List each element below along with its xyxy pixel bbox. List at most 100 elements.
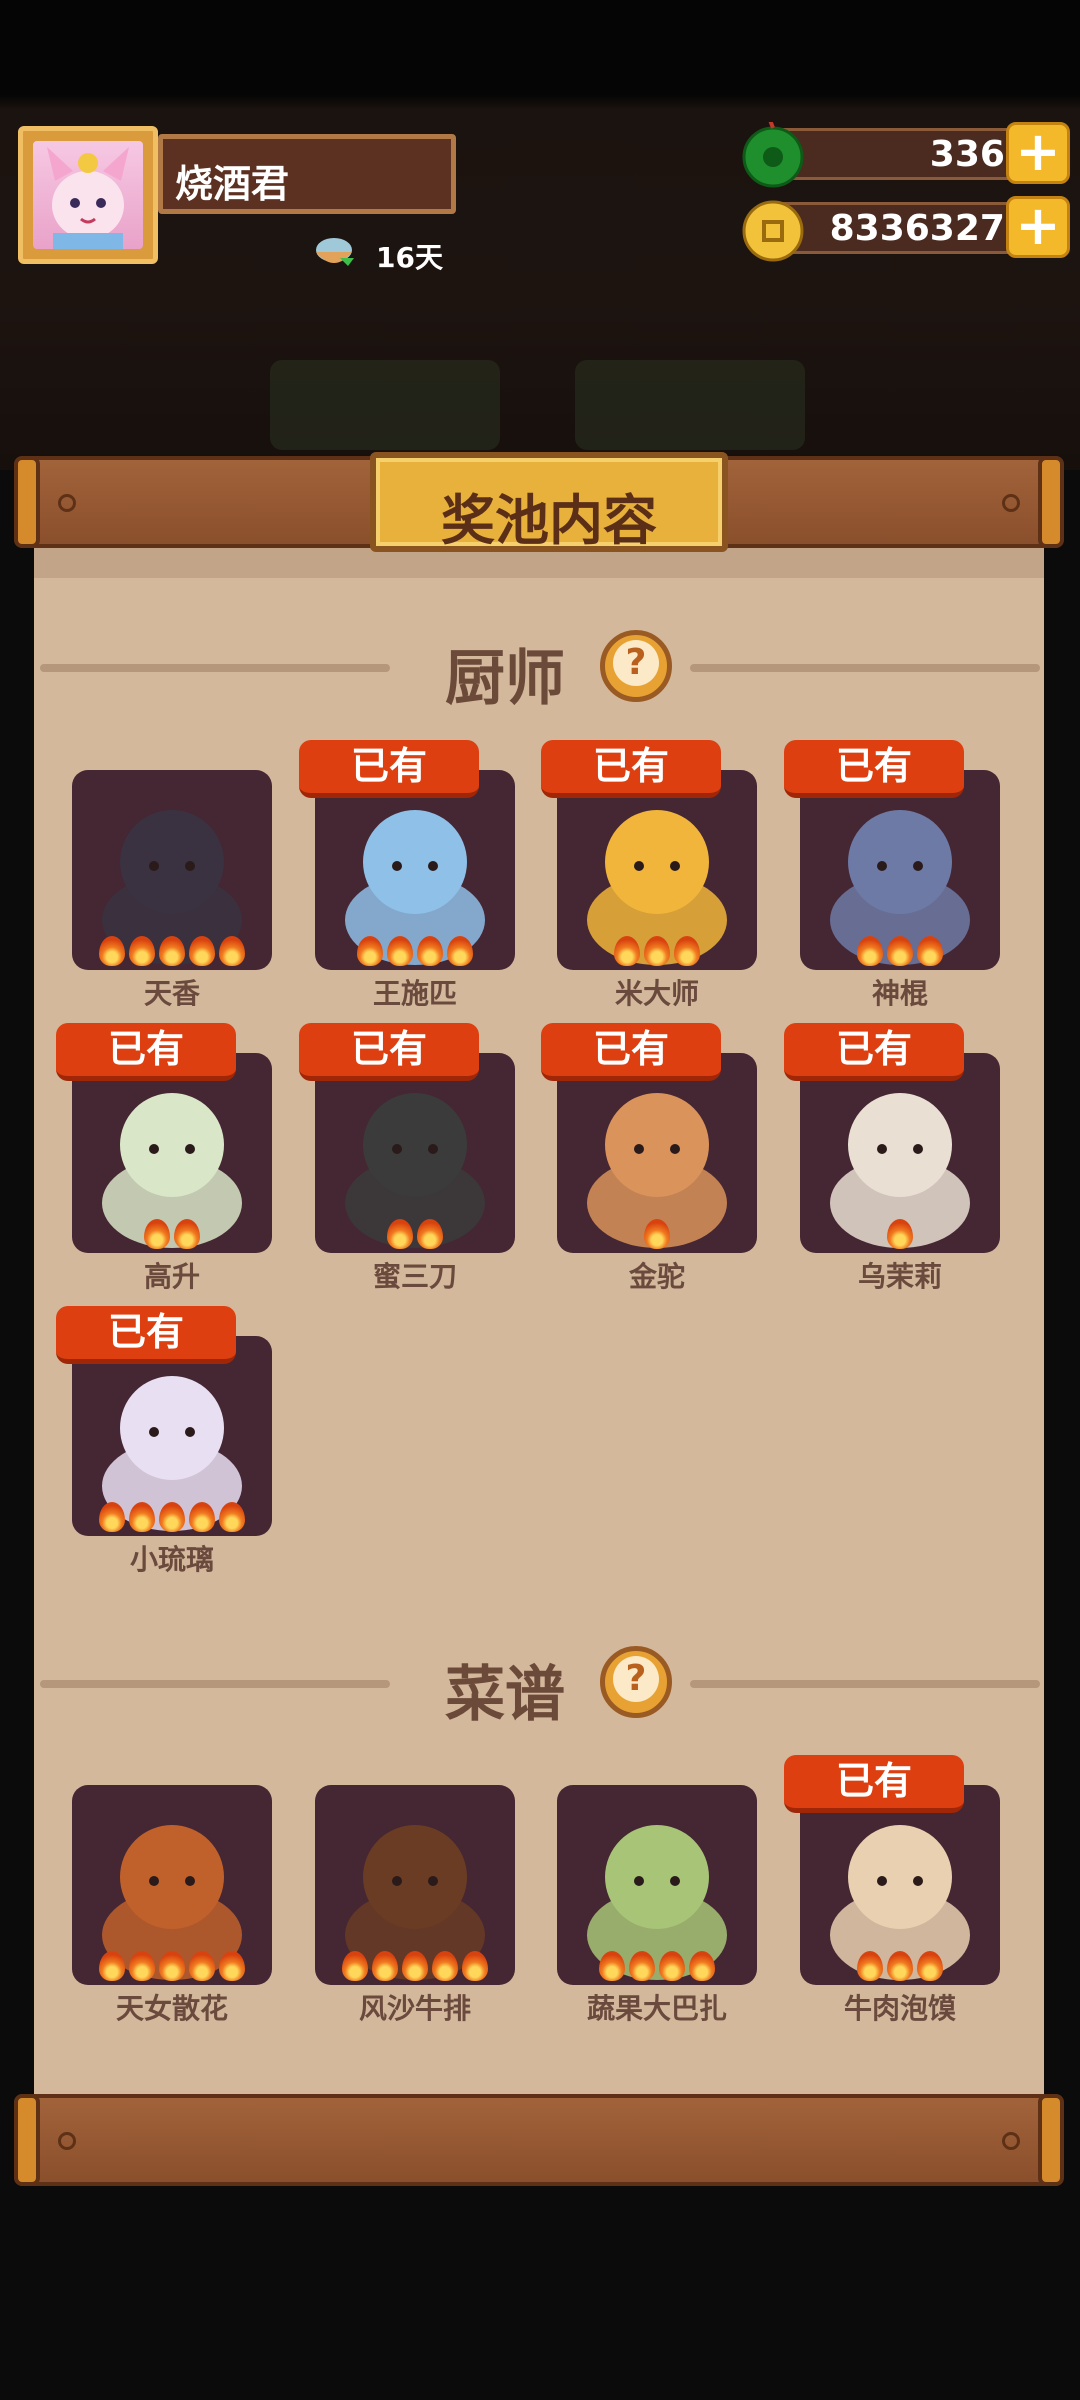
chef-help-button[interactable]: ?	[600, 630, 672, 702]
flame-icon	[129, 1502, 155, 1532]
flame-icon	[887, 936, 913, 966]
chef-section-title: 厨师	[445, 644, 565, 714]
flame-icon	[644, 1219, 670, 1249]
rarity-flames	[800, 1951, 1000, 1981]
rarity-flames	[315, 1219, 515, 1249]
pool-card[interactable]: 牛肉泡馍 已有	[784, 1755, 1000, 2025]
rice-bowl-icon	[316, 238, 354, 266]
card-name: 天女散花	[115, 1992, 228, 2025]
flame-icon	[887, 1951, 913, 1981]
card-name: 风沙牛排	[358, 1992, 471, 2025]
owned-badge: 已有	[56, 1306, 236, 1364]
flame-icon	[189, 936, 215, 966]
question-icon: ?	[613, 640, 659, 686]
card-name: 高升	[143, 1260, 200, 1293]
question-icon: ?	[613, 1656, 659, 1702]
flame-icon	[447, 936, 473, 966]
card-name: 牛肉泡馍	[843, 1992, 956, 2025]
flame-icon	[917, 1951, 943, 1981]
chef-section-header: 厨师 ?	[40, 626, 1040, 714]
flame-icon	[129, 936, 155, 966]
flame-icon	[917, 936, 943, 966]
pool-card[interactable]: 高升 已有	[56, 1023, 272, 1293]
card-name: 金驼	[628, 1260, 685, 1293]
pool-card[interactable]: 蔬果大巴扎	[557, 1785, 757, 2025]
pool-card[interactable]: 风沙牛排	[315, 1785, 515, 2025]
flame-icon	[387, 936, 413, 966]
gold-currency: 83363273 +	[740, 196, 1070, 262]
flame-icon	[342, 1951, 368, 1981]
panel-title-badge: 奖池内容	[370, 452, 728, 552]
flame-icon	[387, 1219, 413, 1249]
rarity-flames	[800, 936, 1000, 966]
gold-coin-icon	[742, 200, 804, 262]
flame-icon	[129, 1951, 155, 1981]
flame-icon	[174, 1219, 200, 1249]
owned-badge: 已有	[541, 740, 721, 798]
flame-icon	[144, 1219, 170, 1249]
flame-icon	[219, 1502, 245, 1532]
flame-icon	[689, 1951, 715, 1981]
flame-icon	[219, 1951, 245, 1981]
recipe-help-button[interactable]: ?	[600, 1646, 672, 1718]
flame-icon	[629, 1951, 655, 1981]
owned-badge: 已有	[541, 1023, 721, 1081]
background-decoration	[270, 360, 500, 450]
divider-line	[690, 664, 1040, 672]
flame-icon	[417, 1219, 443, 1249]
pool-card[interactable]: 天女散花	[72, 1785, 272, 2025]
flame-icon	[614, 936, 640, 966]
flame-icon	[462, 1951, 488, 1981]
owned-badge: 已有	[784, 740, 964, 798]
plank-nail	[58, 2132, 76, 2150]
rarity-flames	[800, 1219, 1000, 1249]
recipe-section-header: 菜谱 ?	[40, 1642, 1040, 1730]
owned-badge: 已有	[299, 1023, 479, 1081]
divider-line	[40, 1680, 390, 1688]
card-name: 王施匹	[372, 977, 457, 1010]
pool-card[interactable]: 神棍 已有	[784, 740, 1000, 1010]
plank-nail	[1002, 494, 1020, 512]
add-jade-button[interactable]: +	[1006, 122, 1070, 184]
card-name: 蔬果大巴扎	[586, 1992, 727, 2025]
flame-icon	[674, 936, 700, 966]
add-gold-button[interactable]: +	[1006, 196, 1070, 258]
flame-icon	[159, 936, 185, 966]
player-avatar[interactable]	[18, 126, 158, 264]
flame-icon	[159, 1502, 185, 1532]
rarity-flames	[72, 1219, 272, 1249]
plank-nail	[1002, 2132, 1020, 2150]
owned-badge: 已有	[784, 1755, 964, 1813]
flame-icon	[402, 1951, 428, 1981]
flame-icon	[189, 1502, 215, 1532]
days-count: 16天	[376, 241, 443, 274]
rarity-flames	[315, 936, 515, 966]
plank-nail	[58, 494, 76, 512]
rarity-flames	[72, 1502, 272, 1532]
recipe-section-title: 菜谱	[445, 1660, 565, 1730]
pool-card[interactable]: 天香	[72, 770, 272, 1010]
plank-cap	[14, 2094, 40, 2186]
background-decoration	[575, 360, 805, 450]
flame-icon	[599, 1951, 625, 1981]
flame-icon	[99, 1502, 125, 1532]
gold-amount: 83363273	[829, 208, 1030, 249]
pool-card[interactable]: 乌茉莉 已有	[784, 1023, 1000, 1293]
card-name: 天香	[143, 977, 200, 1010]
pool-card[interactable]: 米大师 已有	[541, 740, 757, 1010]
flame-icon	[887, 1219, 913, 1249]
jade-currency: 3363 +	[740, 122, 1070, 188]
flame-icon	[644, 936, 670, 966]
plank-cap	[1038, 2094, 1064, 2186]
pool-card[interactable]: 王施匹 已有	[299, 740, 515, 1010]
flame-icon	[432, 1951, 458, 1981]
pool-card[interactable]: 金驼 已有	[541, 1023, 757, 1293]
rarity-flames	[72, 936, 272, 966]
player-name: 烧酒君	[175, 162, 290, 206]
player-name-box[interactable]: 烧酒君	[158, 134, 456, 214]
flame-icon	[857, 936, 883, 966]
bottom-plank	[14, 2094, 1064, 2186]
jade-icon	[742, 122, 804, 188]
pool-card[interactable]: 蜜三刀 已有	[299, 1023, 515, 1293]
pool-card[interactable]: 小琉璃 已有	[56, 1306, 272, 1576]
